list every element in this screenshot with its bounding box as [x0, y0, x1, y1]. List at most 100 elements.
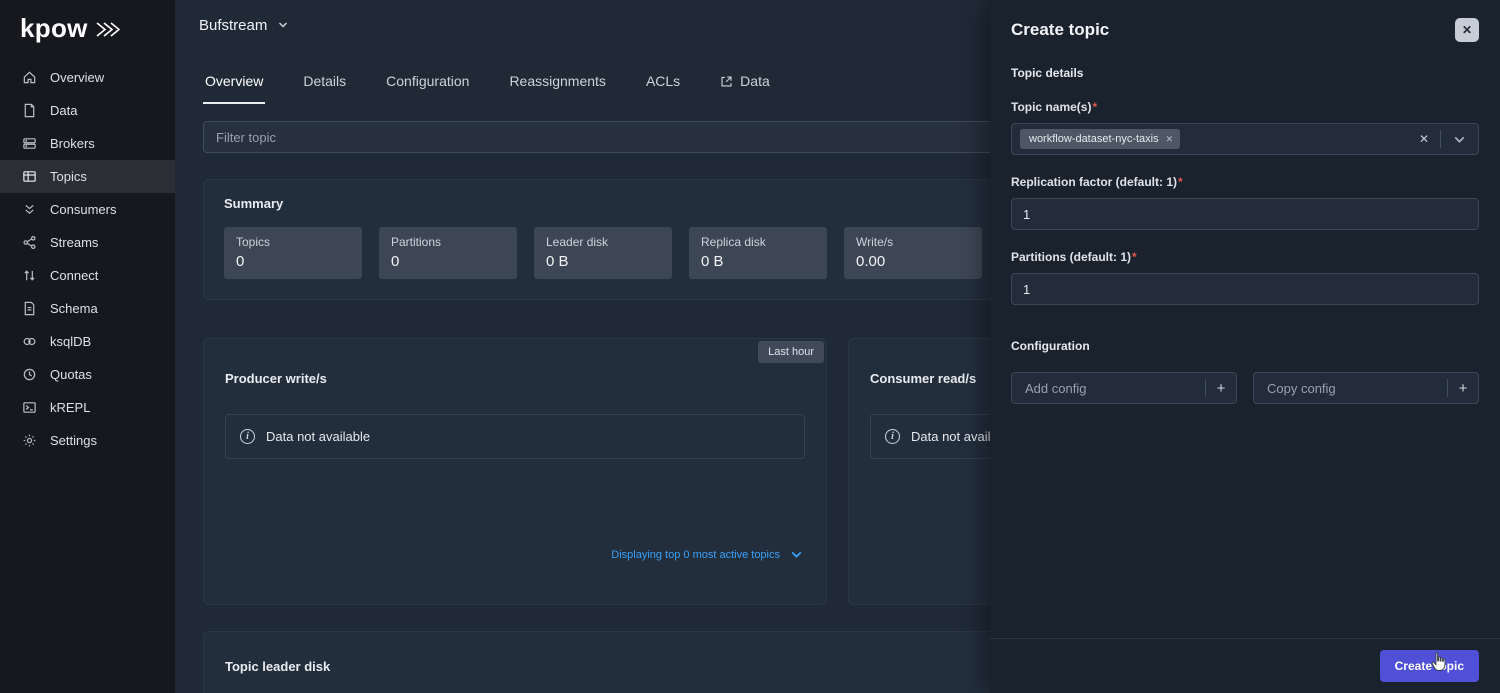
gear-icon — [22, 433, 37, 448]
server-icon — [22, 136, 37, 151]
stat-leader-disk: Leader disk 0 B — [534, 227, 672, 279]
sidebar-item-streams[interactable]: Streams — [0, 226, 175, 259]
sidebar-item-data[interactable]: Data — [0, 94, 175, 127]
field-label-text: Replication factor (default: 1) — [1011, 175, 1177, 189]
add-config-field: + — [1011, 372, 1237, 404]
sidebar-item-topics[interactable]: Topics — [0, 160, 175, 193]
stat-partitions: Partitions 0 — [379, 227, 517, 279]
drawer-title: Create topic — [1011, 20, 1109, 40]
sidebar-nav: Overview Data Brokers Topics Consumers — [0, 57, 175, 457]
tab-reassignments[interactable]: Reassignments — [507, 63, 608, 104]
close-icon[interactable]: ✕ — [1455, 18, 1479, 42]
stat-value: 0.00 — [856, 253, 970, 270]
terminal-icon — [22, 400, 37, 415]
share-nodes-icon — [22, 235, 37, 250]
top-topics-toggle[interactable]: Displaying top 0 most active topics — [611, 547, 804, 562]
tab-label: Details — [303, 73, 346, 89]
sidebar-item-ksqldb[interactable]: ksqlDB — [0, 325, 175, 358]
sidebar-item-label: Consumers — [50, 202, 116, 217]
stat-topics: Topics 0 — [224, 227, 362, 279]
replication-factor-label: Replication factor (default: 1)* — [1011, 175, 1479, 189]
sidebar-item-label: Quotas — [50, 367, 92, 382]
clock-icon — [22, 367, 37, 382]
config-row: + + — [1011, 372, 1479, 404]
kpow-logo-icon — [95, 21, 121, 38]
sidebar: kpow Overview Data Brokers — [0, 0, 175, 693]
sidebar-item-connect[interactable]: Connect — [0, 259, 175, 292]
logo[interactable]: kpow — [0, 0, 175, 57]
chevron-down-icon[interactable] — [276, 18, 290, 32]
replication-factor-input[interactable] — [1011, 198, 1479, 230]
sidebar-item-consumers[interactable]: Consumers — [0, 193, 175, 226]
last-hour-badge: Last hour — [758, 341, 824, 363]
sidebar-item-label: Settings — [50, 433, 97, 448]
info-icon: i — [240, 429, 255, 444]
sidebar-item-brokers[interactable]: Brokers — [0, 127, 175, 160]
sidebar-item-label: ksqlDB — [50, 334, 91, 349]
home-icon — [22, 70, 37, 85]
data-not-available-box: i Data not available — [225, 414, 805, 459]
tab-data[interactable]: Data — [718, 63, 772, 104]
stat-label: Leader disk — [546, 235, 660, 249]
required-marker: * — [1132, 250, 1137, 264]
top-topics-label: Displaying top 0 most active topics — [611, 549, 780, 561]
topic-names-label: Topic name(s)* — [1011, 100, 1479, 114]
topic-name-tag: workflow-dataset-nyc-taxis ✕ — [1020, 129, 1180, 149]
required-marker: * — [1092, 100, 1097, 114]
sidebar-item-label: kREPL — [50, 400, 90, 415]
cluster-selector[interactable]: Bufstream — [199, 17, 267, 34]
sidebar-item-settings[interactable]: Settings — [0, 424, 175, 457]
sidebar-item-label: Brokers — [50, 136, 95, 151]
empty-message: Data not available — [266, 429, 370, 444]
copy-config-input[interactable] — [1265, 380, 1447, 397]
sidebar-item-label: Streams — [50, 235, 98, 250]
topic-names-input[interactable]: workflow-dataset-nyc-taxis ✕ ✕ — [1011, 123, 1479, 155]
remove-tag-icon[interactable]: ✕ — [1166, 134, 1174, 145]
tab-acls[interactable]: ACLs — [644, 63, 682, 104]
stat-label: Topics — [236, 235, 350, 249]
tab-details[interactable]: Details — [301, 63, 348, 104]
topic-details-heading: Topic details — [1011, 66, 1479, 80]
sidebar-item-label: Topics — [50, 169, 87, 184]
sidebar-item-quotas[interactable]: Quotas — [0, 358, 175, 391]
copy-config-plus-icon[interactable]: + — [1448, 379, 1478, 398]
tag-input-controls: ✕ — [1419, 130, 1467, 148]
producer-write-panel: Last hour Producer write/s i Data not av… — [203, 338, 827, 605]
create-topic-drawer: Create topic ✕ Topic details Topic name(… — [990, 0, 1500, 693]
stat-value: 0 — [236, 253, 350, 270]
chevron-down-icon — [789, 547, 804, 562]
partitions-input[interactable] — [1011, 273, 1479, 305]
sidebar-item-label: Data — [50, 103, 77, 118]
tag-label: workflow-dataset-nyc-taxis — [1029, 133, 1159, 145]
add-config-input[interactable] — [1023, 380, 1205, 397]
configuration-heading: Configuration — [1011, 339, 1479, 353]
logo-text: kpow — [20, 15, 88, 41]
tab-label: Configuration — [386, 73, 469, 89]
divider — [1440, 130, 1441, 148]
arrows-up-down-icon — [22, 268, 37, 283]
sidebar-item-krepl[interactable]: kREPL — [0, 391, 175, 424]
document-icon — [22, 103, 37, 118]
tab-label: Reassignments — [509, 73, 606, 89]
tab-label: ACLs — [646, 73, 680, 89]
rings-icon — [22, 334, 37, 349]
sidebar-item-overview[interactable]: Overview — [0, 61, 175, 94]
copy-config-field: + — [1253, 372, 1479, 404]
drawer-header: Create topic ✕ — [1011, 18, 1479, 42]
sidebar-item-label: Connect — [50, 268, 98, 283]
field-label-text: Partitions (default: 1) — [1011, 250, 1131, 264]
tab-label: Data — [740, 73, 770, 89]
sidebar-item-schema[interactable]: Schema — [0, 292, 175, 325]
clear-all-icon[interactable]: ✕ — [1419, 132, 1429, 146]
partitions-label: Partitions (default: 1)* — [1011, 250, 1479, 264]
tab-configuration[interactable]: Configuration — [384, 63, 471, 104]
panel-title: Producer write/s — [225, 371, 805, 386]
stat-replica-disk: Replica disk 0 B — [689, 227, 827, 279]
create-topic-button[interactable]: Create topic — [1380, 650, 1479, 682]
tab-overview[interactable]: Overview — [203, 63, 265, 104]
add-config-plus-icon[interactable]: + — [1206, 379, 1236, 398]
document-icon — [22, 301, 37, 316]
info-icon: i — [885, 429, 900, 444]
chevron-down-icon[interactable] — [1452, 132, 1467, 147]
stat-label: Partitions — [391, 235, 505, 249]
